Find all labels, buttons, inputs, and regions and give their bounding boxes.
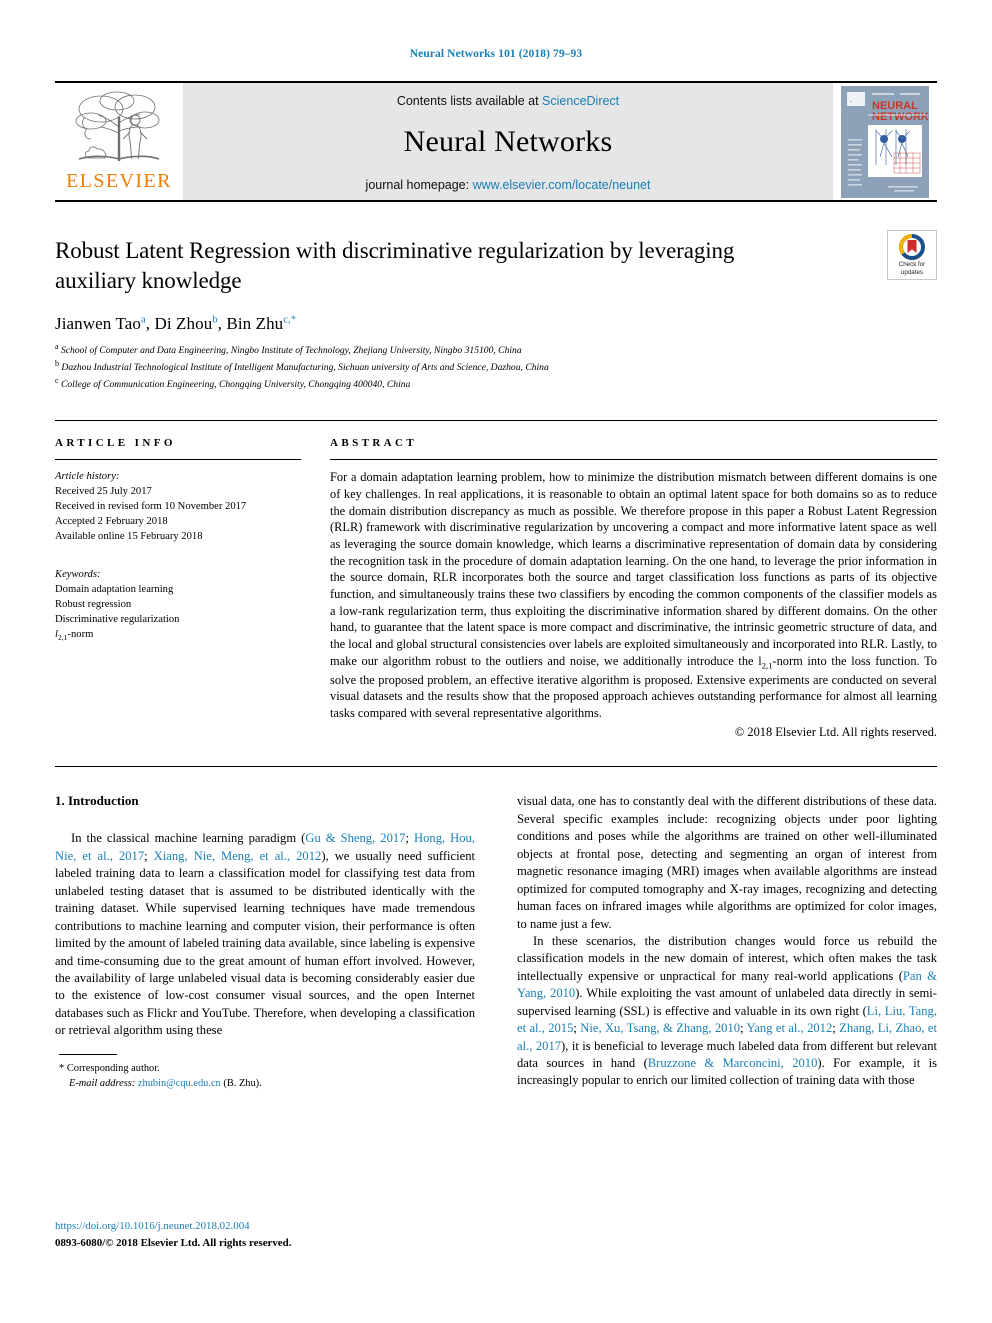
abstract-heading: ABSTRACT xyxy=(330,437,418,450)
sciencedirect-link[interactable]: ScienceDirect xyxy=(542,94,619,108)
history-item: Received 25 July 2017 xyxy=(55,486,152,498)
keywords-label: Keywords: xyxy=(55,568,101,580)
masthead-center: Contents lists available at ScienceDirec… xyxy=(183,83,833,200)
keyword-item: Robust regression xyxy=(55,598,132,610)
paper-page: Neural Networks 101 (2018) 79–93 ELSEVIE… xyxy=(0,0,992,1323)
homepage-prefix: journal homepage: xyxy=(365,177,473,192)
citation-link[interactable]: Bruzzone & Marconcini, 2010 xyxy=(648,1056,818,1070)
info-abstract-row: ARTICLE INFO Article history: Received 2… xyxy=(55,421,937,740)
abstract-bottom-rule xyxy=(55,766,937,768)
crossmark-badge[interactable]: Check for updates xyxy=(887,230,937,280)
affiliation-item: a School of Computer and Data Engineerin… xyxy=(55,341,937,358)
citation-link[interactable]: Yang et al., 2012 xyxy=(746,1021,832,1035)
affiliation-text: Dazhou Industrial Technological Institut… xyxy=(61,362,549,374)
issn-copyright-line: 0893-6080/© 2018 Elsevier Ltd. All right… xyxy=(55,1236,292,1249)
journal-masthead: ELSEVIER Contents lists available at Sci… xyxy=(55,81,937,200)
email-note: E-mail address: zhubin@cqu.edu.cn (B. Zh… xyxy=(59,1076,475,1091)
keyword-item: Domain adaptation learning xyxy=(55,583,174,595)
email-link[interactable]: zhubin@cqu.edu.cn xyxy=(138,1078,221,1089)
citation-link[interactable]: Xiang, Nie, Meng, et al., 2012 xyxy=(154,849,322,863)
svg-text:.: . xyxy=(850,97,852,104)
history-item: Accepted 2 February 2018 xyxy=(55,516,168,528)
crossmark-label: Check for updates xyxy=(899,261,925,276)
keyword-item: Discriminative regularization xyxy=(55,613,180,625)
doi-line: https://doi.org/10.1016/j.neunet.2018.02… xyxy=(55,1218,291,1234)
p1-text-d: ), we usually need sufficient labeled tr… xyxy=(55,848,476,1038)
corresponding-author-text: Corresponding author. xyxy=(66,1062,160,1074)
abstract-body: For a domain adaptation learning problem… xyxy=(330,460,937,740)
author-affil-mark: c,* xyxy=(283,314,297,326)
footnote-block: * Corresponding author. E-mail address: … xyxy=(55,1055,475,1091)
p1-text-a: In the classical machine learning paradi… xyxy=(71,831,306,846)
copyright-line: © 2018 Elsevier Ltd. All rights reserved… xyxy=(734,724,937,739)
author-list: Jianwen Taoa, Di Zhoub, Bin Zhuc,* xyxy=(55,313,297,333)
crossmark-icon xyxy=(899,234,925,261)
affiliation-text: College of Communication Engineering, Ch… xyxy=(60,379,411,391)
elsevier-wordmark: ELSEVIER xyxy=(66,170,172,192)
history-item: Available online 15 February 2018 xyxy=(55,531,203,543)
intro-paragraph-2: In these scenarios, the distribution cha… xyxy=(517,933,937,1090)
author-name[interactable]: Jianwen Tao xyxy=(55,314,141,333)
author-name[interactable]: Bin Zhu xyxy=(226,314,283,333)
elsevier-logo: ELSEVIER xyxy=(55,83,183,200)
contents-prefix: Contents lists available at xyxy=(396,93,543,108)
affiliation-list: a School of Computer and Data Engineerin… xyxy=(55,341,937,393)
history-item: Received in revised form 10 November 201… xyxy=(55,501,247,513)
running-head: Neural Networks 101 (2018) 79–93 xyxy=(409,48,583,60)
p2-text-a: In these scenarios, the distribution cha… xyxy=(517,933,937,983)
affiliation-text: School of Computer and Data Engineering,… xyxy=(60,344,522,356)
article-info-column: ARTICLE INFO Article history: Received 2… xyxy=(55,437,301,740)
footnote-marker: * xyxy=(59,1062,65,1074)
author-affil-mark: a xyxy=(141,314,146,326)
email-label: E-mail address: xyxy=(69,1077,136,1089)
keywords-block: Keywords: Domain adaptation learning Rob… xyxy=(55,545,301,644)
keyword-item-norm: l2,1-norm xyxy=(55,627,301,644)
page-title: Robust Latent Regression with discrimina… xyxy=(55,238,735,293)
article-info-heading: ARTICLE INFO xyxy=(55,437,176,450)
citation-link[interactable]: Gu & Sheng, 2017 xyxy=(305,831,405,845)
abstract-paragraph: For a domain adaptation learning problem… xyxy=(330,469,937,721)
journal-homepage-link[interactable]: www.elsevier.com/locate/neunet xyxy=(473,178,651,192)
p1-sep: ; xyxy=(405,831,414,846)
crossmark-line2: updates xyxy=(900,268,923,276)
crossmark-line1: Check for xyxy=(898,261,926,269)
norm-suffix: -norm xyxy=(67,628,94,640)
author-name[interactable]: Di Zhou xyxy=(154,314,212,333)
doi-link[interactable]: https://doi.org/10.1016/j.neunet.2018.02… xyxy=(55,1220,250,1232)
citation-link[interactable]: Nie, Xu, Tsang, & Zhang, 2010 xyxy=(580,1021,740,1035)
affiliation-mark: b xyxy=(55,358,59,368)
affiliation-item: c College of Communication Engineering, … xyxy=(55,375,937,392)
elsevier-tree-icon xyxy=(75,91,160,161)
abstract-part1: For a domain adaptation learning problem… xyxy=(330,470,937,668)
contents-available-line: Contents lists available at ScienceDirec… xyxy=(397,94,619,108)
author-affil-mark: b xyxy=(212,314,218,326)
affiliation-mark: a xyxy=(55,341,59,351)
affiliation-item: b Dazhou Industrial Technological Instit… xyxy=(55,358,937,375)
body-column-right: visual data, one has to constantly deal … xyxy=(517,793,937,1090)
intro-paragraph-1-cont: visual data, one has to constantly deal … xyxy=(517,794,937,931)
corresponding-author-note: * Corresponding author. xyxy=(59,1061,475,1076)
journal-homepage-line: journal homepage: www.elsevier.com/locat… xyxy=(366,178,651,192)
article-history-label: Article history: xyxy=(55,471,120,483)
svg-text:NETWORKS: NETWORKS xyxy=(872,111,929,123)
body-columns: 1. Introduction In the classical machine… xyxy=(55,793,937,1090)
body-column-left: 1. Introduction In the classical machine… xyxy=(55,793,475,1090)
title-block: Check for updates Robust Latent Regressi… xyxy=(55,202,937,392)
section-heading-introduction: 1. Introduction xyxy=(55,793,139,809)
email-suffix: (B. Zhu). xyxy=(223,1077,262,1089)
journal-title: Neural Networks xyxy=(403,124,613,158)
journal-cover-icon: . NEURAL NETWORKS xyxy=(841,85,929,198)
journal-cover-thumbnail: . NEURAL NETWORKS xyxy=(833,83,937,200)
p1-sep: ; xyxy=(144,848,154,863)
article-history: Article history: Received 25 July 2017 R… xyxy=(55,460,301,544)
affiliation-mark: c xyxy=(55,376,59,386)
abstract-column: ABSTRACT For a domain adaptation learnin… xyxy=(301,437,937,740)
intro-paragraph-1: In the classical machine learning paradi… xyxy=(55,830,475,1039)
article-footer: https://doi.org/10.1016/j.neunet.2018.02… xyxy=(55,1218,291,1251)
abstract-norm-subscript: 2,1 xyxy=(761,660,773,671)
